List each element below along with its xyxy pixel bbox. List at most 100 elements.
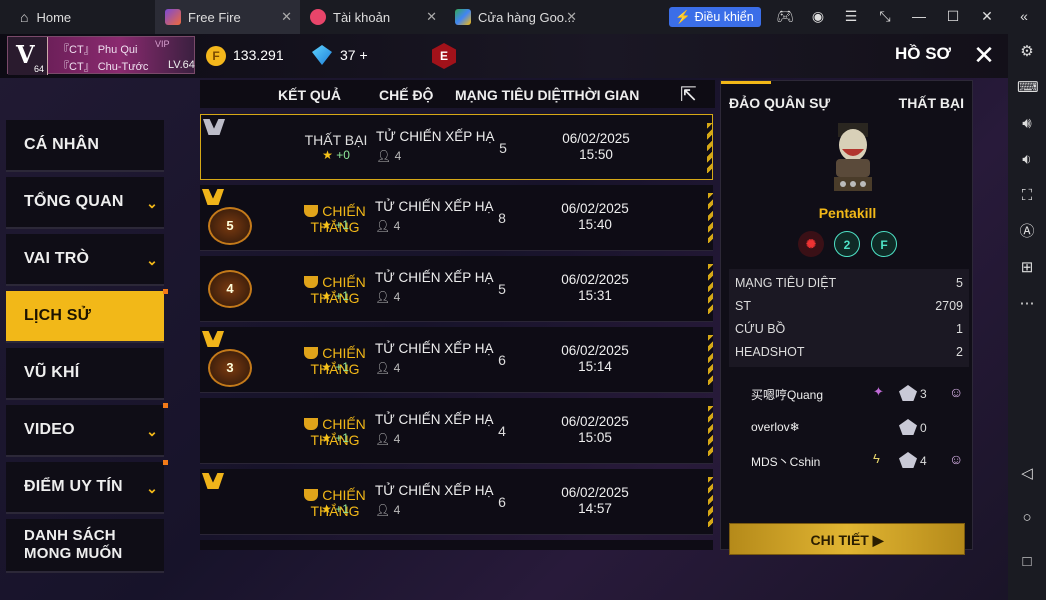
teammate-name: 买嗯哼Quang [751, 388, 824, 402]
menu-reputation[interactable]: ĐIỂM UY TÍN ⌄ [6, 460, 168, 514]
menu-wishlist[interactable]: DANH SÁCH MONG MUỐN [6, 519, 164, 573]
row-stripe [708, 477, 713, 527]
close-tab-icon[interactable]: ✕ [566, 9, 577, 25]
close-icon[interactable]: ✕ [969, 42, 999, 68]
menu-personal[interactable]: CÁ NHÂN [6, 120, 164, 172]
time: 15:14 [578, 359, 612, 374]
recent-apps-icon[interactable]: □ [1017, 552, 1037, 572]
close-window-icon[interactable]: ✕ [977, 8, 997, 25]
tab-freefire[interactable]: Free Fire ✕ [155, 0, 300, 34]
diamond-count: 37 [340, 47, 356, 63]
player-level: LV.64 [168, 59, 195, 71]
add-instance-icon[interactable]: ⊞ [1017, 258, 1037, 278]
stat-value: 5 [956, 276, 963, 290]
keyboard-icon[interactable]: ⌨ [1017, 78, 1039, 98]
avatar-letter: V [16, 40, 35, 69]
elite-pass-badge[interactable]: E [432, 43, 456, 69]
table-row[interactable]: 4 CHIẾN THẮNG ★ +1 TỬ CHIẾN XẾP HẠ 👤︎ 4 … [200, 256, 713, 322]
medal-f-icon: F [871, 231, 897, 257]
kills: 5 [498, 281, 506, 297]
skull-icon [899, 385, 917, 401]
table-row[interactable]: CHIẾN THẮNG ★ +1 TỬ CHIẾN XẾP HẠ 👤︎ 4 4 … [200, 398, 713, 464]
volume-down-icon[interactable]: 🔉︎ [1017, 150, 1037, 170]
table-row[interactable]: CHIẾN THẮNG ★ +1 TỬ CHIẾN XẾP HẠ 👤︎ 4 6 … [200, 469, 713, 535]
minimize-icon[interactable]: — [909, 8, 929, 24]
date: 06/02/2025 [561, 343, 629, 358]
tab-account[interactable]: Tài khoản ✕ [300, 0, 445, 34]
trophy-icon [304, 276, 319, 288]
trophy-icon [304, 347, 319, 359]
star-icon: ★ [321, 218, 332, 232]
maximize-icon[interactable]: ☐ [943, 8, 963, 25]
star-change: ★ +1 [280, 289, 390, 303]
date-time: 06/02/2025 14:57 [545, 485, 645, 517]
add-friend-icon[interactable]: ☺ [949, 451, 963, 467]
menu-roles[interactable]: VAI TRÒ ⌄ [6, 234, 164, 286]
menu-overview[interactable]: TỔNG QUAN ⌄ [6, 177, 164, 229]
collapse-sidebar-icon[interactable]: « [1014, 8, 1034, 24]
menu-video[interactable]: VIDEO ⌄ [6, 403, 168, 457]
panel-accent [721, 81, 771, 84]
players: 👤︎ 4 [376, 149, 401, 163]
shrink-icon[interactable]: ⤡ [875, 8, 895, 25]
trophy-icon [304, 489, 319, 501]
table-row[interactable]: 3 CHIẾN THẮNG ★ +1 TỬ CHIẾN XẾP HẠ 👤︎ 4 … [200, 327, 713, 393]
menu-icon[interactable]: ☰ [841, 8, 861, 25]
col-result: KẾT QUẢ [278, 87, 341, 103]
settings-icon[interactable]: ⚙ [1017, 42, 1037, 62]
more-icon[interactable]: ⋯ [1017, 294, 1037, 314]
emulator-sidebar: ⚙ ⌨ 🔊︎ 🔉︎ ⛶ Ⓐ ⊞ ⋯ ◁ ○ □ [1008, 34, 1046, 600]
teammate-name: MDS丶Cshin [751, 455, 821, 469]
date-time: 06/02/2025 15:05 [545, 414, 645, 446]
character-avatar [828, 123, 878, 193]
diamond-amount[interactable]: 37 + [340, 47, 368, 63]
details-button[interactable]: CHI TIẾT ▶ [729, 523, 965, 555]
mode: TỬ CHIẾN XẾP HẠ [375, 199, 494, 214]
tab-home[interactable]: ⌂ Home [0, 0, 150, 34]
chevron-down-icon: ⌄ [146, 423, 158, 439]
star-icon: ★ [321, 360, 332, 374]
back-icon[interactable]: ◁ [1017, 464, 1037, 484]
star-change: ★ +1 [280, 431, 390, 445]
row-stripe [708, 406, 713, 456]
team-badge-icon: ϟ [873, 451, 880, 466]
screenshot-icon[interactable]: ⛶ [1017, 186, 1037, 206]
close-tab-icon[interactable]: ✕ [426, 9, 437, 25]
table-row[interactable]: THẤT BẠI ★ +0 TỬ CHIẾN XẾP HẠ 👤︎ 4 5 06/… [200, 114, 713, 180]
person-icon: 👤︎ [376, 149, 392, 163]
volume-up-icon[interactable]: 🔊︎ [1017, 114, 1037, 134]
menu-history[interactable]: LỊCH SỬ [6, 289, 168, 343]
tab-store-label: Cửa hàng Goo... [478, 9, 575, 25]
mvp-badge-icon [202, 473, 224, 489]
lightning-icon: ⚡ [675, 9, 691, 24]
selected-stripe [707, 123, 712, 173]
date-time: 06/02/2025 15:40 [545, 201, 645, 233]
player-profile-card[interactable]: V 64 『CT』 Phu Qui 『CT』 Chu-Tước VIP LV.6… [7, 36, 195, 75]
person-icon: 👤︎ [375, 503, 391, 517]
account-circle-icon[interactable]: ◉ [808, 8, 828, 25]
tab-store[interactable]: Cửa hàng Goo... ✕ [445, 0, 585, 34]
achievement-title: Pentakill [818, 205, 877, 221]
close-tab-icon[interactable]: ✕ [281, 9, 292, 25]
controls-button[interactable]: ⚡ Điều khiển [669, 7, 761, 27]
mvp-badge-icon [202, 331, 224, 347]
player-name-line1: 『CT』 Phu Qui [58, 44, 138, 56]
table-row[interactable]: 5 CHIẾN THẮNG ★ +1 TỬ CHIẾN XẾP HẠ 👤︎ 4 … [200, 185, 713, 251]
home-circle-icon[interactable]: ○ [1017, 508, 1037, 528]
kills: 4 [498, 423, 506, 439]
stat-row: HEADSHOT 2 [735, 345, 963, 359]
add-friend-icon[interactable]: ☺ [949, 384, 963, 400]
chevron-down-icon: ⌄ [146, 480, 158, 496]
star-value: +1 [335, 289, 349, 303]
menu-weapons[interactable]: VŨ KHÍ [6, 348, 164, 400]
gamepad-icon[interactable]: 🎮︎ [775, 8, 795, 25]
players: 👤︎ 4 [375, 290, 400, 304]
time: 15:40 [578, 217, 612, 232]
add-diamond-icon[interactable]: + [359, 47, 367, 63]
rotate-icon[interactable]: Ⓐ [1017, 222, 1037, 242]
menu-label: TỔNG QUAN [24, 193, 124, 210]
menu-label: VŨ KHÍ [24, 364, 80, 381]
stat-value: 1 [956, 322, 963, 336]
mode: TỬ CHIẾN XẾP HẠ [375, 412, 494, 427]
share-icon[interactable]: ⇱ [680, 82, 697, 107]
